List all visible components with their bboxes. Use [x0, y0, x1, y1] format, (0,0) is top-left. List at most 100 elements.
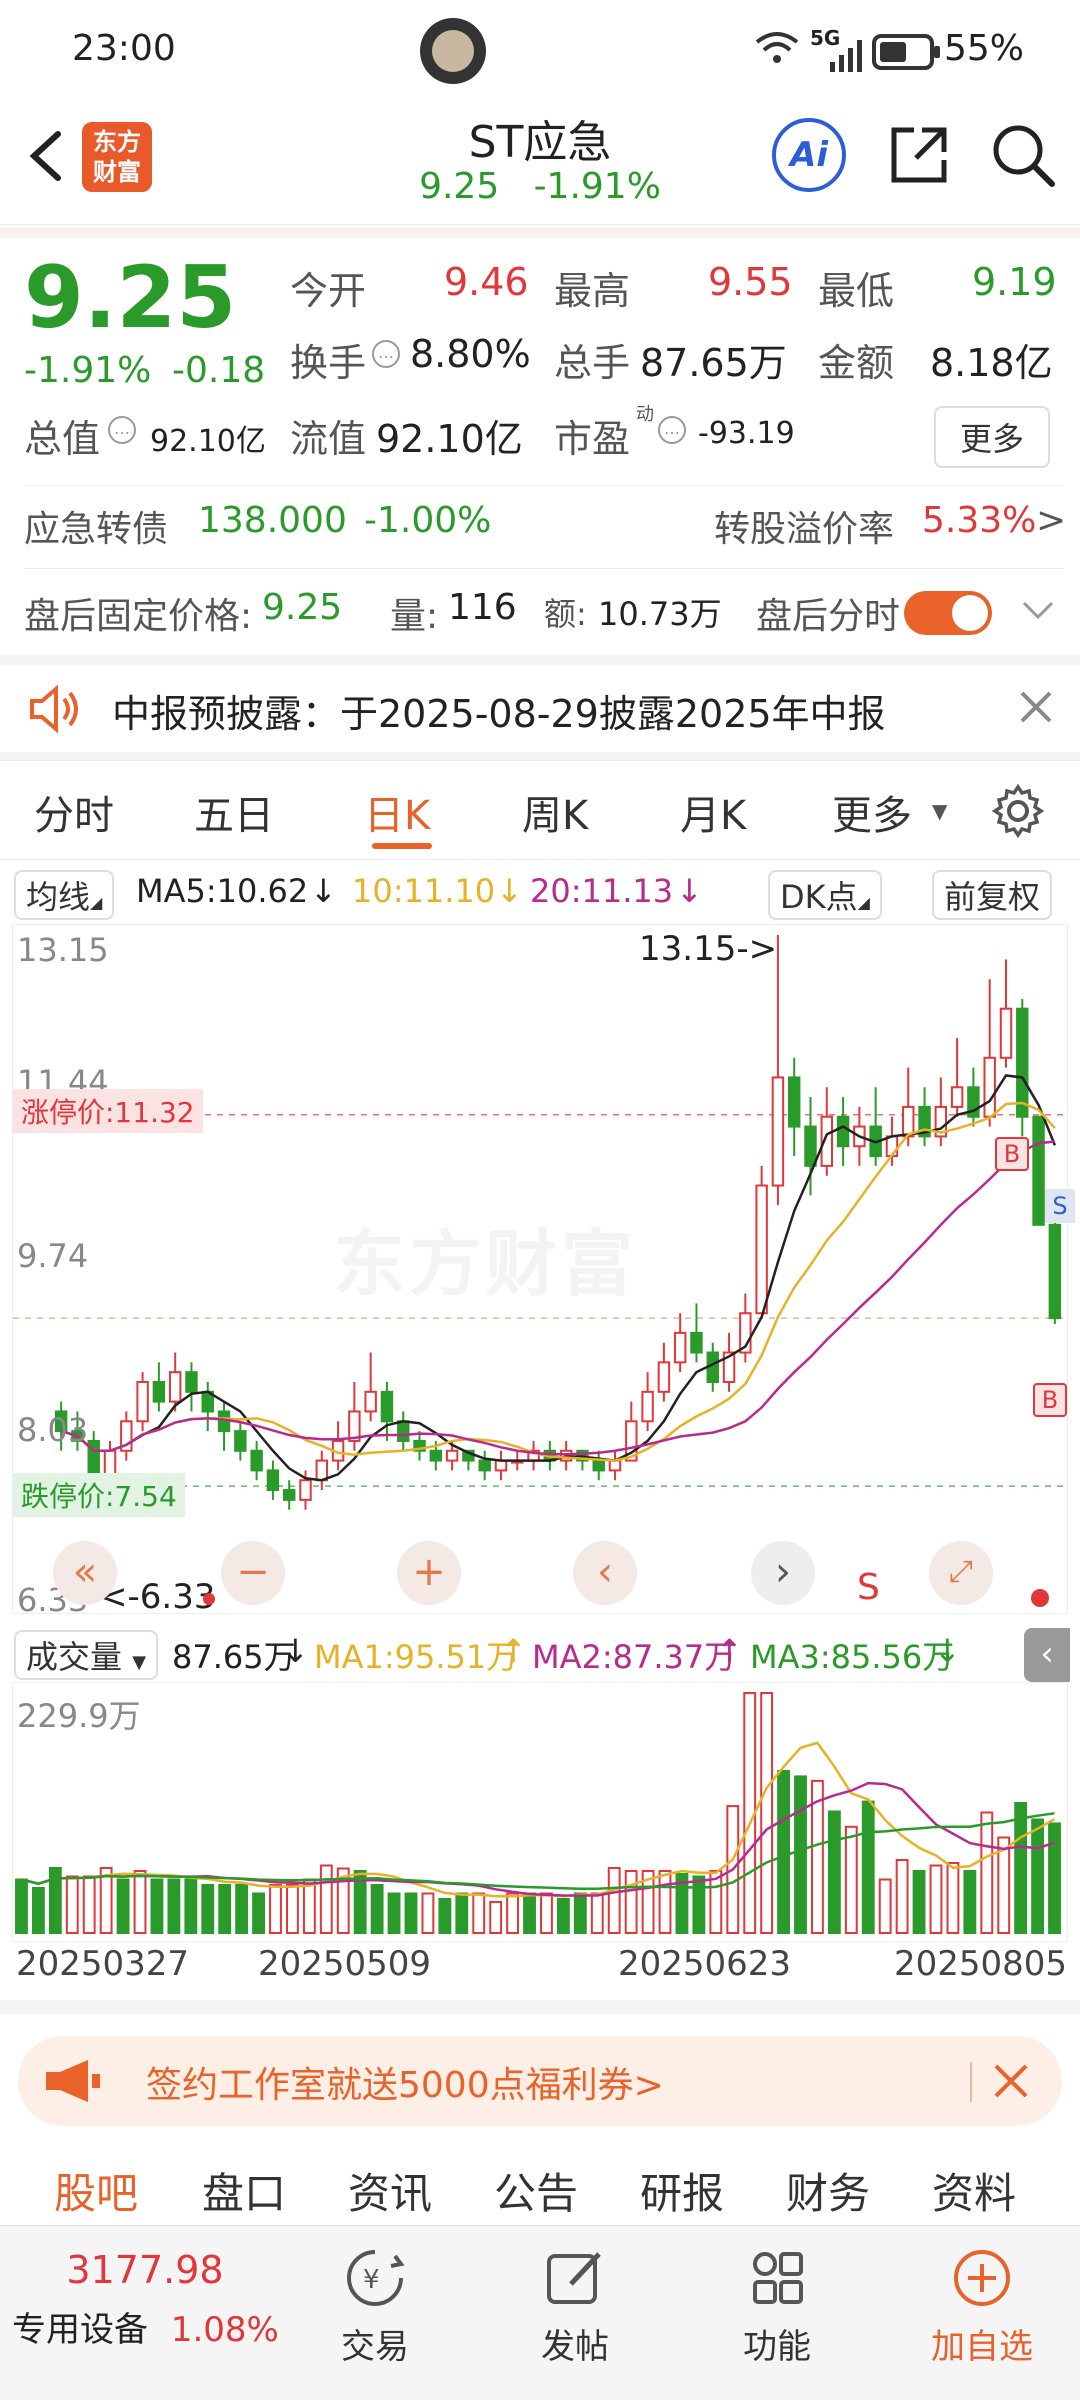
notice-bar[interactable]: 中报预披露：于2025-08-29披露2025年中报 — [0, 665, 1080, 755]
more-button[interactable]: 更多 — [934, 406, 1051, 468]
volume-bar — [201, 1884, 215, 1934]
s-label: S — [857, 1567, 880, 1608]
close-icon[interactable] — [990, 2060, 1032, 2106]
share-button[interactable] — [884, 120, 954, 190]
volume-bar — [929, 1864, 943, 1934]
tab-daily-k[interactable]: 日K — [364, 783, 430, 841]
change-abs: -0.18 — [172, 350, 266, 391]
divider — [0, 2000, 1080, 2014]
sell-marker: S — [1045, 1189, 1075, 1223]
y-max-label: 13.15 — [17, 931, 109, 969]
scroll-right-button[interactable]: › — [751, 1541, 815, 1605]
zoom-out-button[interactable]: − — [221, 1541, 285, 1605]
tab-weekly-k[interactable]: 周K — [522, 783, 588, 841]
battery-level: 55% — [944, 28, 1025, 69]
afterhours-toggle[interactable] — [904, 591, 992, 635]
nav-quote: 9.25 -1.91% — [340, 166, 740, 207]
candle-body — [804, 1125, 817, 1167]
separator — [970, 2062, 972, 2102]
zoom-in-button[interactable]: + — [397, 1541, 461, 1605]
divider — [0, 228, 1080, 238]
candle-body — [755, 1184, 768, 1315]
post-button[interactable]: 发帖 — [520, 2246, 630, 2368]
add-watchlist-label: 加自选 — [931, 2327, 1033, 2367]
scroll-left-button[interactable]: ‹ — [573, 1541, 637, 1605]
ma-bar: 均线◢ MA5:10.62 ↓ 10:11.10 ↓ 20:11.13 ↓ DK… — [0, 866, 1080, 920]
back-button[interactable] — [18, 126, 78, 186]
mcap-label: 总值 — [24, 417, 101, 461]
sector-index[interactable]: 3177.98 专用设备 1.08% — [0, 2248, 290, 2351]
close-icon[interactable] — [1016, 687, 1056, 731]
volume-bar — [1014, 1802, 1028, 1934]
bottom-bar: 3177.98 专用设备 1.08% ¥ 交易 发帖 功能 加自选 — [0, 2225, 1080, 2400]
logo-text-2: 财富 — [93, 158, 141, 186]
high-value: 9.55 — [708, 260, 793, 304]
info-icon[interactable]: … — [108, 416, 136, 444]
promo-text: 签约工作室就送5000点福利券> — [146, 2065, 664, 2106]
fullscreen-button[interactable]: ⤢ — [929, 1541, 993, 1605]
kline-chart[interactable]: 东方财富 13.15 11.44 9.74 8.03 6.33 涨停价:11.3… — [12, 924, 1075, 1619]
dk-point-select[interactable]: DK点◢ — [768, 870, 882, 920]
tab-more[interactable]: 更多 — [832, 783, 912, 841]
candle-body — [1048, 1223, 1062, 1320]
megaphone-icon — [42, 2056, 102, 2110]
ai-button[interactable]: Ai — [772, 118, 846, 192]
add-watchlist-button[interactable]: 加自选 — [912, 2246, 1052, 2368]
search-button[interactable] — [988, 120, 1058, 190]
volume-bar — [556, 1898, 570, 1934]
candle-body — [429, 1449, 443, 1462]
search-icon — [993, 125, 1055, 187]
tab-monthly-k[interactable]: 月K — [680, 783, 746, 841]
tab-timeshare[interactable]: 分时 — [34, 783, 114, 841]
volume-bar — [624, 1870, 638, 1934]
adjust-select[interactable]: 前复权 — [932, 870, 1053, 920]
tab-pankou[interactable]: 盘口 — [202, 2160, 286, 2221]
volume-bar — [387, 1892, 401, 1934]
volume-bar — [590, 1892, 604, 1934]
ma-type-label: 均线 — [26, 878, 91, 916]
candle-body — [397, 1420, 410, 1442]
tab-profile[interactable]: 资料 — [932, 2160, 1016, 2221]
scroll-left-fast-button[interactable]: « — [53, 1541, 117, 1605]
volume-bar — [980, 1811, 994, 1934]
nav-change: -1.91% — [533, 166, 661, 207]
info-icon[interactable]: … — [372, 340, 400, 368]
trade-button[interactable]: ¥ 交易 — [320, 2246, 430, 2368]
turnover-label: 换手 — [290, 341, 367, 385]
date-label: 20250509 — [258, 1944, 432, 1984]
vol-y-max-label: 229.9万 — [17, 1697, 141, 1735]
nav-price: 9.25 — [419, 166, 500, 207]
volume-bar — [489, 1901, 503, 1934]
tab-research[interactable]: 研报 — [640, 2160, 724, 2221]
volume-bar — [404, 1892, 418, 1934]
tab-five-day[interactable]: 五日 — [194, 783, 274, 841]
tab-news[interactable]: 资讯 — [348, 2160, 432, 2221]
avatar[interactable] — [420, 18, 486, 84]
candle-body — [608, 1459, 622, 1472]
volume-bar — [370, 1884, 384, 1934]
candle-body — [266, 1469, 280, 1492]
function-button[interactable]: 功能 — [722, 2246, 832, 2368]
svg-text:¥: ¥ — [363, 2265, 380, 2295]
candle-body — [185, 1371, 198, 1393]
tab-announcements[interactable]: 公告 — [494, 2160, 578, 2221]
volume-bar — [455, 1892, 469, 1934]
volume-bar — [658, 1870, 672, 1934]
tab-guba[interactable]: 股吧 — [54, 2160, 138, 2221]
collapse-panel-button[interactable]: ‹ — [1024, 1628, 1070, 1682]
tab-finance[interactable]: 财务 — [786, 2160, 870, 2221]
bond-row[interactable]: 应急转债 138.000 -1.00% 转股溢价率 5.33% > — [0, 500, 1080, 570]
vol-ma3: MA3:85.56万 — [750, 1638, 955, 1676]
promo-banner[interactable]: 签约工作室就送5000点福利券> — [18, 2036, 1062, 2126]
chevron-down-icon[interactable] — [1020, 593, 1056, 634]
pe-sup: 动 — [636, 404, 654, 425]
gear-icon[interactable] — [990, 783, 1046, 843]
float-label: 流值 — [290, 417, 367, 461]
status-bar: 23:00 5G 55% — [0, 0, 1080, 100]
volume-bar — [1031, 1818, 1045, 1934]
volume-type-select[interactable]: 成交量 ▼ — [14, 1630, 159, 1680]
info-icon[interactable]: … — [658, 416, 686, 444]
volume-bar — [573, 1892, 587, 1934]
candle-body — [836, 1115, 850, 1148]
ma-type-select[interactable]: 均线◢ — [14, 870, 115, 920]
